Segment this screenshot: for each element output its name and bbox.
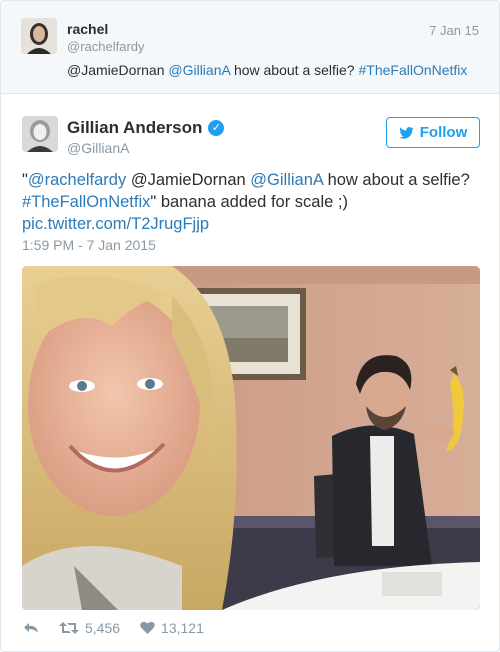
- author-handle[interactable]: @GillianA: [67, 140, 129, 156]
- parent-tweet-date[interactable]: 7 Jan 15: [429, 23, 479, 38]
- pic-link[interactable]: pic.twitter.com/T2JrugFjjp: [22, 215, 209, 233]
- retweet-button[interactable]: 5,456: [59, 620, 120, 636]
- author-name[interactable]: Gillian Anderson: [67, 118, 202, 138]
- like-button[interactable]: 13,121: [140, 620, 204, 636]
- parent-tweet[interactable]: rachel @rachelfardy 7 Jan 15 @JamieDorna…: [1, 1, 499, 94]
- embedded-tweet-card: rachel @rachelfardy 7 Jan 15 @JamieDorna…: [0, 0, 500, 652]
- mention-jamiedornan[interactable]: @JamieDornan: [67, 62, 164, 78]
- verified-badge-icon: ✓: [208, 120, 225, 136]
- tweet-text-line-2: #TheFallOnNetfix" banana added for scale…: [22, 191, 482, 213]
- parent-author-handle[interactable]: @rachelfardy: [67, 39, 145, 54]
- follow-label: Follow: [419, 124, 468, 141]
- tweet-text-line-1: "@rachelfardy @JamieDornan @GillianA how…: [22, 169, 482, 191]
- reply-button[interactable]: [23, 621, 39, 635]
- tweet-text-rest: how about a selfie?: [323, 171, 470, 189]
- parent-avatar[interactable]: [21, 18, 57, 54]
- tweet-text: "@rachelfardy @JamieDornan @GillianA how…: [22, 169, 482, 235]
- parent-text-body: how about a selfie?: [230, 62, 359, 78]
- tweet-text-scale: " banana added for scale ;): [150, 193, 348, 211]
- mention-rachelfardy-link[interactable]: @rachelfardy: [28, 171, 126, 189]
- selfie-image: [22, 266, 480, 610]
- hashtag-link[interactable]: #TheFallOnNetfix: [358, 62, 467, 78]
- tweet-actions: 5,456 13,121: [23, 618, 224, 638]
- like-count: 13,121: [161, 620, 204, 636]
- tweet-photo[interactable]: [22, 266, 480, 610]
- parent-tweet-text: @JamieDornan @GillianA how about a selfi…: [67, 61, 467, 79]
- tweet-text-plain: @JamieDornan: [126, 171, 251, 189]
- follow-button[interactable]: Follow: [386, 117, 480, 148]
- tweet-timestamp[interactable]: 1:59 PM - 7 Jan 2015: [22, 237, 156, 253]
- author-avatar[interactable]: [22, 116, 58, 152]
- retweet-count: 5,456: [85, 620, 121, 636]
- mention-gilliana-link-2[interactable]: @GillianA: [250, 171, 323, 189]
- heart-icon: [140, 621, 155, 634]
- mention-gilliana-link[interactable]: @GillianA: [168, 62, 230, 78]
- author-name-row[interactable]: Gillian Anderson ✓: [67, 118, 225, 138]
- tweet-text-line-3: pic.twitter.com/T2JrugFjjp: [22, 213, 482, 235]
- twitter-bird-icon: [399, 126, 414, 139]
- parent-author-name[interactable]: rachel: [67, 21, 108, 37]
- hashtag-link-2[interactable]: #TheFallOnNetfix: [22, 193, 150, 211]
- reply-icon: [24, 623, 38, 633]
- retweet-icon: [59, 622, 79, 634]
